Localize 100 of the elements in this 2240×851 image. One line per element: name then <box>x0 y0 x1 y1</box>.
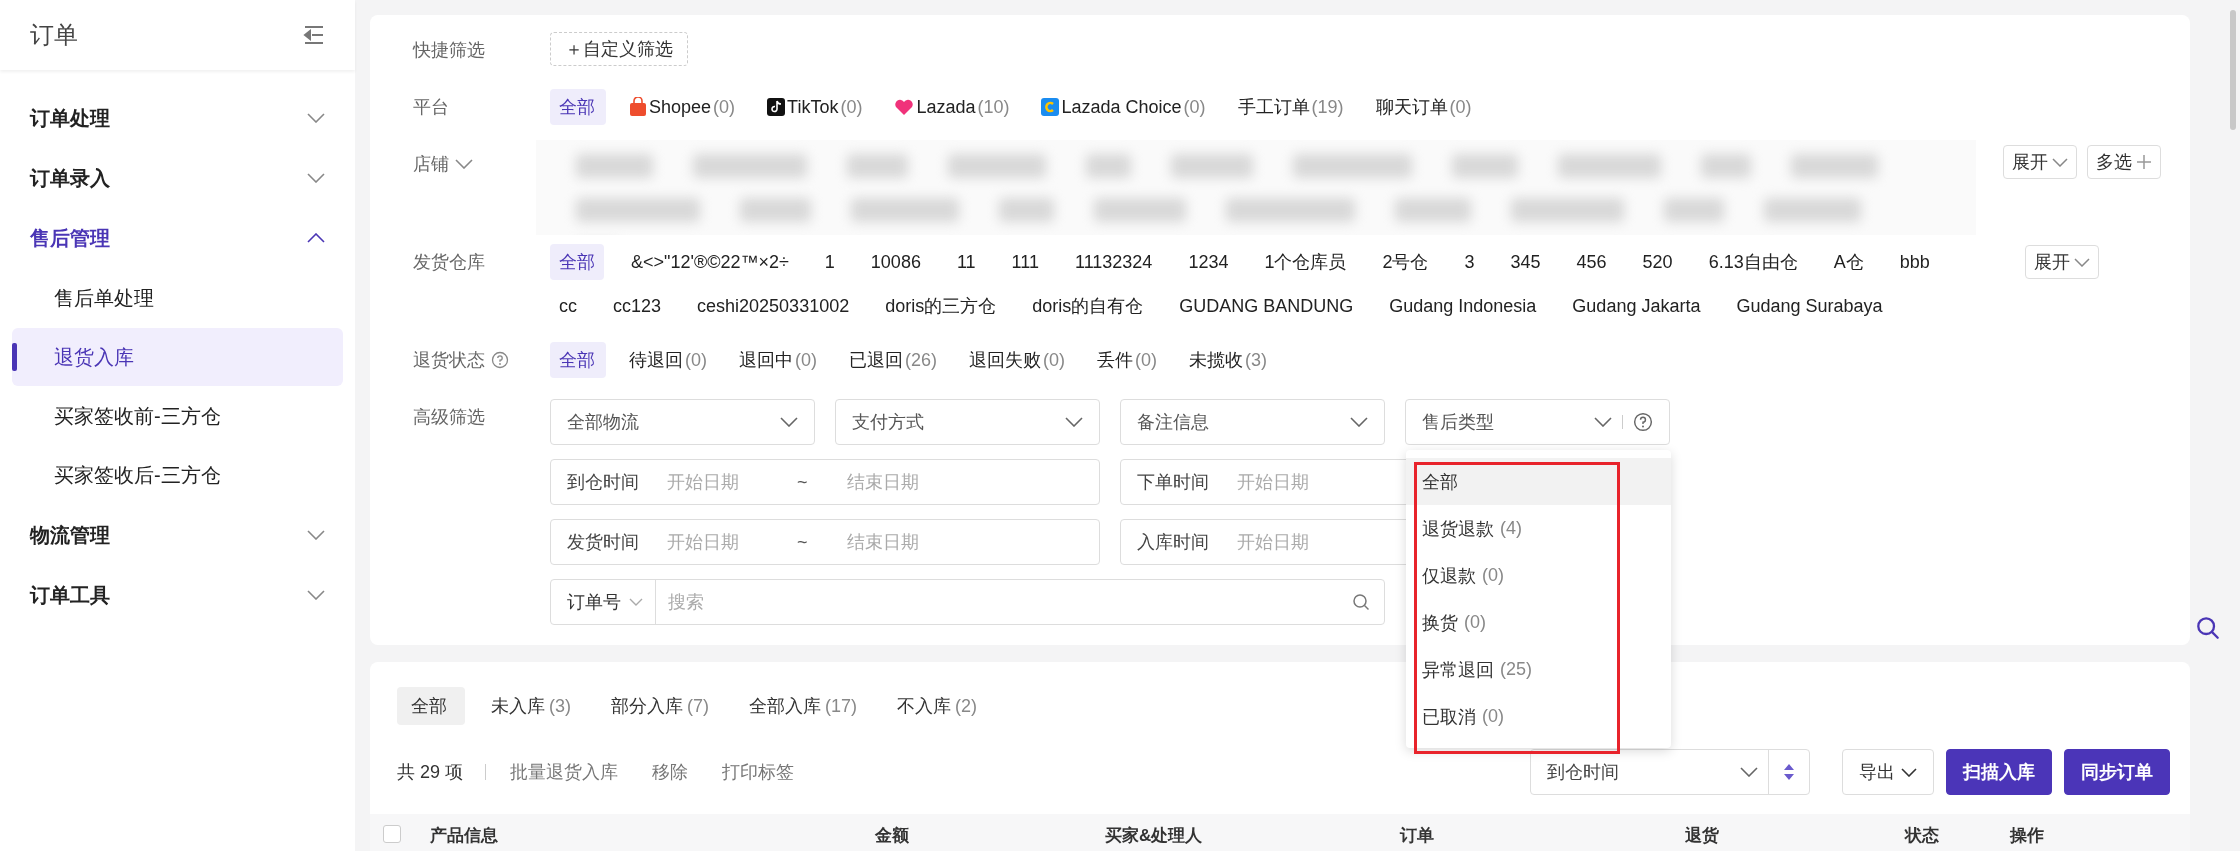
warehouse-option[interactable]: &<>"12'®©22™×2÷ <box>622 244 798 280</box>
warehouse-option[interactable]: 11132324 <box>1065 244 1162 280</box>
chevron-icon <box>2074 257 2090 267</box>
menu-item[interactable]: 退货入库 <box>12 328 343 386</box>
action-link[interactable]: 批量退货入库 <box>510 760 619 784</box>
tab[interactable]: 部分入库 (7) <box>597 687 723 725</box>
warehouse-option[interactable]: Gudang Indonesia <box>1380 288 1546 324</box>
chevron-icon <box>2052 157 2068 167</box>
chevron-icon <box>1901 767 1917 777</box>
total-count: 共 29 项 <box>397 761 464 784</box>
status-option[interactable]: 丢件(0) <box>1088 342 1166 378</box>
menu-group[interactable]: 订单工具 <box>0 565 355 625</box>
platform-option[interactable]: Lazada Choice(0) <box>1032 89 1215 125</box>
chevron-icon <box>629 598 643 606</box>
primary-button[interactable]: 扫描入库 <box>1946 749 2052 795</box>
column-header: 产品信息 <box>430 825 498 847</box>
warehouse-option[interactable]: doris的三方仓 <box>876 288 1006 324</box>
menu-item[interactable]: 买家签收后-三方仓 <box>12 446 343 504</box>
warehouse-option[interactable]: 10086 <box>861 244 930 280</box>
warehouse-option[interactable]: A仓 <box>1824 244 1873 280</box>
expand-button[interactable]: 展开 <box>2025 245 2099 279</box>
chevron-icon <box>307 530 325 540</box>
warehouse-option[interactable]: GUDANG BANDUNG <box>1170 288 1363 324</box>
platform-option[interactable]: 全部 <box>550 89 606 125</box>
dropdown-option[interactable]: 异常退回 (25) <box>1406 646 1671 693</box>
primary-button[interactable]: 同步订单 <box>2064 749 2170 795</box>
sort-icon[interactable] <box>1783 762 1795 782</box>
music-note-icon <box>767 98 786 116</box>
search-icon[interactable] <box>1352 593 1370 611</box>
menu-group[interactable]: 订单录入 <box>0 148 355 208</box>
tab[interactable]: 未入库 (3) <box>477 687 585 725</box>
dropdown-option[interactable]: 已取消 (0) <box>1406 693 1671 740</box>
select-field[interactable]: 全部物流 <box>550 399 815 445</box>
chevron-icon <box>780 417 798 427</box>
tab[interactable]: 不入库 (2) <box>883 687 991 725</box>
status-option[interactable]: 已退回(26) <box>840 342 946 378</box>
help-icon[interactable] <box>1633 412 1653 432</box>
warehouse-option[interactable]: ceshi20250331002 <box>688 288 859 324</box>
warehouse-option[interactable]: cc123 <box>604 288 671 324</box>
menu-item[interactable]: 买家签收前-三方仓 <box>12 387 343 445</box>
status-option[interactable]: 退回失败(0) <box>960 342 1074 378</box>
status-option[interactable]: 退回中(0) <box>730 342 826 378</box>
status-option[interactable]: 全部 <box>550 342 606 378</box>
warehouse-option[interactable]: 1个仓库员 <box>1255 244 1356 280</box>
warehouse-option[interactable]: 345 <box>1501 244 1550 280</box>
platform-option[interactable]: TikTok(0) <box>758 89 872 125</box>
search-field[interactable]: 订单号 搜索 <box>550 579 1385 625</box>
tab[interactable]: 全部入库 (17) <box>735 687 871 725</box>
platform-option[interactable]: 手工订单(19) <box>1228 89 1353 125</box>
warehouse-option[interactable]: bbb <box>1890 244 1939 280</box>
checkbox[interactable] <box>383 825 401 843</box>
action-link[interactable]: 打印标签 <box>722 760 795 784</box>
select-field[interactable]: 备注信息 <box>1120 399 1385 445</box>
store-filter-toggle[interactable]: 店铺 <box>413 146 473 182</box>
collapse-menu-icon[interactable] <box>303 25 325 45</box>
sort-select[interactable]: 到仓时间 <box>1530 749 1810 795</box>
action-link[interactable]: 移除 <box>652 760 689 784</box>
warehouse-option[interactable]: 520 <box>1633 244 1682 280</box>
warehouse-option[interactable]: 全部 <box>550 244 604 280</box>
warehouse-option[interactable]: 1 <box>815 244 844 280</box>
chevron-icon <box>307 113 325 123</box>
warehouse-option[interactable]: Gudang Surabaya <box>1727 288 1892 324</box>
warehouse-option[interactable]: 3 <box>1455 244 1484 280</box>
status-option[interactable]: 待退回(0) <box>620 342 716 378</box>
warehouse-option[interactable]: 11 <box>947 244 985 280</box>
date-range-field[interactable]: 发货时间 开始日期 ~ 结束日期 <box>550 519 1100 565</box>
status-option[interactable]: 未揽收(3) <box>1180 342 1276 378</box>
warehouse-option[interactable]: 456 <box>1567 244 1616 280</box>
select-field[interactable]: 支付方式 <box>835 399 1100 445</box>
menu-group[interactable]: 订单处理 <box>0 88 355 148</box>
filter-label: 发货仓库 <box>413 251 486 274</box>
filter-label: 退货状态 <box>413 342 550 378</box>
tab[interactable]: 全部 <box>397 687 465 725</box>
warehouse-option[interactable]: Gudang Jakarta <box>1563 288 1710 324</box>
warehouse-option[interactable]: 6.13自由仓 <box>1699 244 1807 280</box>
menu-group[interactable]: 物流管理 <box>0 505 355 565</box>
help-icon[interactable] <box>491 351 509 369</box>
filter-label: 高级筛选 <box>413 406 486 429</box>
multi-select-button[interactable]: 多选 <box>2087 145 2161 179</box>
platform-option[interactable]: Shopee(0) <box>620 89 745 125</box>
menu-item[interactable]: 售后单处理 <box>12 269 343 327</box>
chevron-icon <box>307 590 325 600</box>
expand-button[interactable]: 展开 <box>2003 145 2077 179</box>
export-button[interactable]: 导出 <box>1842 749 1934 795</box>
dropdown-option[interactable]: 换货 (0) <box>1406 599 1671 646</box>
custom-filter-button[interactable]: ＋自定义筛选 <box>550 32 688 66</box>
warehouse-option[interactable]: 1234 <box>1179 244 1238 280</box>
chevron-icon <box>455 159 473 169</box>
platform-option[interactable]: 聊天订单(0) <box>1366 89 1481 125</box>
menu-group[interactable]: 售后管理 <box>0 208 355 268</box>
dropdown-option[interactable]: 全部 <box>1406 458 1671 505</box>
warehouse-option[interactable]: 111 <box>1002 244 1048 280</box>
platform-option[interactable]: Lazada(10) <box>885 89 1019 125</box>
warehouse-option[interactable]: cc <box>550 288 586 324</box>
chevron-icon <box>307 173 325 183</box>
warehouse-option[interactable]: doris的自有仓 <box>1023 288 1153 324</box>
search-icon[interactable] <box>2196 616 2220 640</box>
column-header: 订单 <box>1400 825 1434 847</box>
warehouse-option[interactable]: 2号仓 <box>1373 244 1438 280</box>
date-range-field[interactable]: 到仓时间 开始日期 ~ 结束日期 <box>550 459 1100 505</box>
